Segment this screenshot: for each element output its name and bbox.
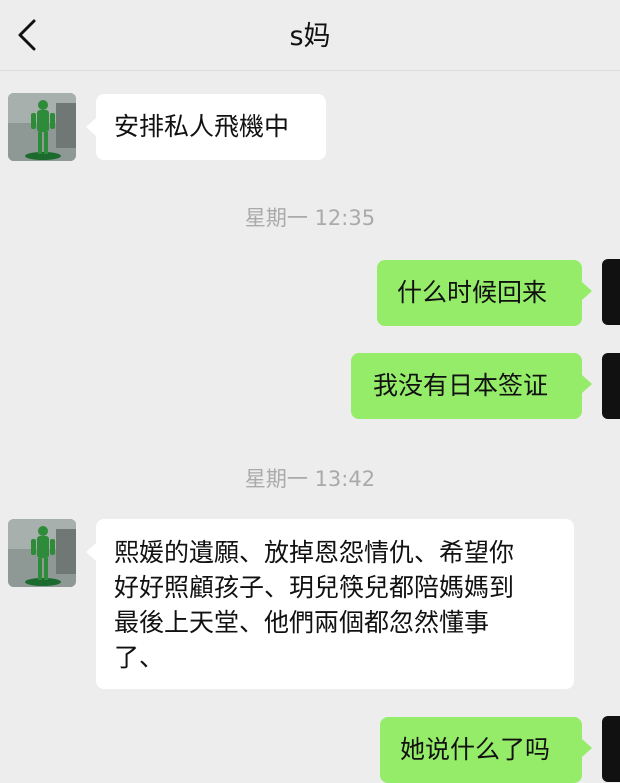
message-bubble-incoming[interactable]: 熙媛的遺願、放掉恩怨情仇、希望你 好好照顧孩子、玥兒筷兒都陪媽媽到 最後上天堂、… bbox=[86, 519, 574, 689]
user-avatar[interactable] bbox=[602, 353, 620, 419]
chat-header: s妈 bbox=[0, 0, 620, 71]
message-bubble-outgoing[interactable]: 我没有日本签证 bbox=[351, 353, 592, 419]
message-bubble-outgoing[interactable]: 她说什么了吗 bbox=[380, 717, 592, 783]
timestamp: 星期一 12:35 bbox=[244, 206, 376, 230]
chat-title: s妈 bbox=[289, 21, 331, 52]
contact-avatar[interactable] bbox=[8, 519, 76, 587]
avatar-image bbox=[8, 519, 76, 587]
message-text: 什么时候回来 bbox=[397, 278, 548, 307]
message-bubble-incoming[interactable]: 安排私人飛機中 bbox=[86, 94, 326, 160]
user-avatar[interactable] bbox=[602, 259, 620, 325]
timestamp: 星期一 13:42 bbox=[244, 467, 376, 491]
avatar-image bbox=[8, 93, 76, 161]
message-text: 我没有日本签证 bbox=[373, 371, 549, 400]
message-line: 了、 bbox=[114, 643, 165, 672]
message-text: 她说什么了吗 bbox=[400, 735, 551, 764]
message-line: 最後上天堂、他們兩個都忽然懂事 bbox=[114, 608, 490, 637]
message-line: 好好照顧孩子、玥兒筷兒都陪媽媽到 bbox=[114, 573, 515, 602]
message-bubble-outgoing[interactable]: 什么时候回来 bbox=[377, 260, 592, 326]
user-avatar[interactable] bbox=[602, 716, 620, 782]
contact-avatar[interactable] bbox=[8, 93, 76, 161]
message-line: 熙媛的遺願、放掉恩怨情仇、希望你 bbox=[114, 538, 515, 567]
message-text: 安排私人飛機中 bbox=[114, 112, 290, 141]
